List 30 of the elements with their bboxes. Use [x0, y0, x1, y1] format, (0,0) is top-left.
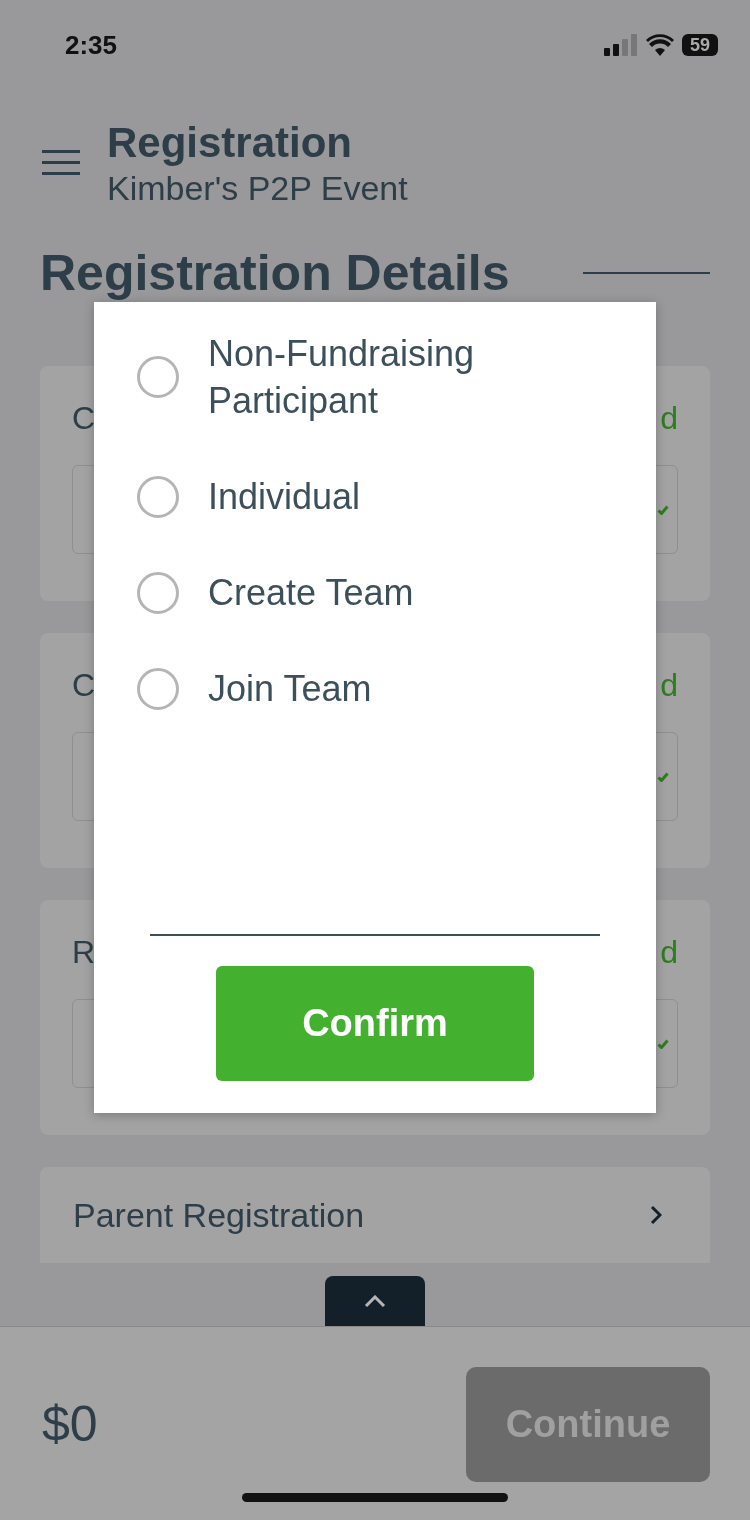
chevron-right-icon	[650, 1205, 662, 1225]
field-label: R	[72, 934, 96, 972]
page-title: Registration	[107, 118, 354, 168]
field-label: C	[72, 400, 96, 438]
signal-icon	[604, 34, 638, 56]
status-text: d	[660, 934, 678, 972]
field-label: C	[72, 667, 96, 705]
status-text: d	[660, 400, 678, 438]
radio-button[interactable]	[137, 571, 179, 614]
page-subtitle: Kimber's P2P Event	[107, 168, 408, 208]
expand-tab[interactable]	[325, 1276, 425, 1326]
total-amount: $0	[42, 1395, 98, 1453]
option-label[interactable]: Create Team	[208, 569, 538, 616]
parent-registration-row[interactable]: Parent Registration	[40, 1167, 710, 1263]
radio-button[interactable]	[137, 475, 179, 518]
option-label[interactable]: Individual	[208, 473, 538, 520]
check-icon	[657, 1038, 669, 1049]
wifi-icon	[646, 34, 674, 56]
status-time: 2:35	[65, 29, 118, 61]
caret-up-icon	[364, 1295, 386, 1307]
battery-icon: 59	[682, 34, 718, 56]
radio-button[interactable]	[137, 667, 179, 710]
section-heading: Registration Details	[40, 248, 510, 298]
status-text: d	[660, 667, 678, 705]
check-icon	[657, 771, 669, 782]
menu-icon[interactable]	[42, 150, 80, 176]
check-icon	[657, 504, 669, 515]
radio-button[interactable]	[137, 356, 179, 398]
option-label[interactable]: Join Team	[208, 665, 538, 712]
option-label[interactable]: Non-Fundraising Participant	[208, 330, 538, 424]
